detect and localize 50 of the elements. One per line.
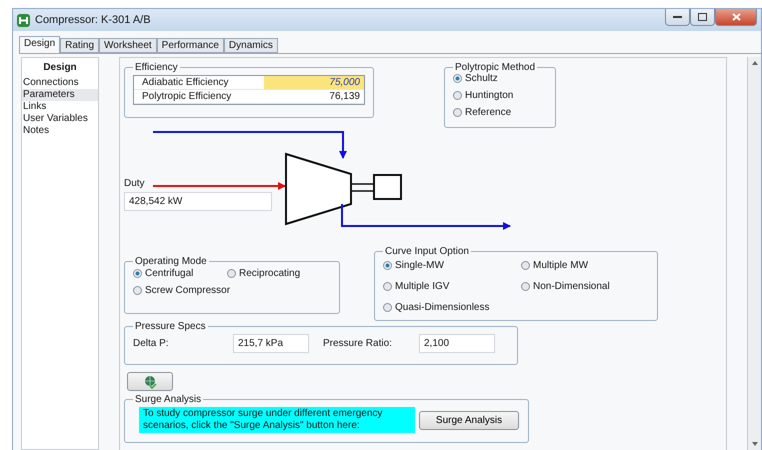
radio-button[interactable]: Non-Dimensional	[521, 278, 649, 295]
radio-button[interactable]: Single-MW	[383, 257, 521, 274]
table-cell-text: Polytropic Efficiency	[141, 90, 232, 103]
group-title: Efficiency	[134, 62, 179, 73]
minimize-button[interactable]	[665, 9, 690, 26]
group-title: Curve Input Option	[384, 246, 470, 257]
table-cell-text: Adiabatic Efficiency	[141, 76, 230, 89]
scrollbar[interactable]	[747, 57, 761, 450]
sidebar-item[interactable]: User Variables	[22, 113, 98, 125]
scroll-down-icon[interactable]	[752, 442, 758, 446]
field-label: Pressure Ratio:	[323, 338, 393, 349]
surge-note: To study compressor surge under different emergency scenarios, click the "Surge Analysis" button here:	[139, 407, 415, 433]
tab[interactable]: Performance	[156, 38, 224, 53]
input-field[interactable]: 215,7 kPa	[233, 334, 309, 353]
sidebar-item[interactable]: Parameters	[22, 89, 98, 101]
globe-icon	[143, 374, 157, 388]
surge-analysis-button[interactable]: Surge Analysis	[419, 410, 519, 430]
tab[interactable]: Worksheet	[99, 38, 157, 53]
field-label: Delta P:	[133, 338, 170, 349]
radio-button[interactable]: Reciprocating	[227, 265, 331, 282]
close-button[interactable]	[715, 9, 757, 26]
radio-button[interactable]: Huntington	[453, 87, 547, 104]
close-icon	[732, 13, 740, 21]
radio-button[interactable]: Centrifugal	[133, 265, 227, 282]
radio-button[interactable]: Multiple IGV	[383, 278, 521, 295]
tab[interactable]: Dynamics	[224, 38, 278, 53]
tab[interactable]: Design	[19, 36, 60, 53]
input-field[interactable]: 2,100	[419, 334, 495, 353]
group-title: Pressure Specs	[134, 321, 207, 332]
minimize-icon	[673, 15, 682, 19]
value-cell[interactable]: 75,000	[264, 76, 364, 89]
window-title: Compressor: K-301 A/B	[35, 14, 152, 26]
sidebar-item[interactable]: Connections	[22, 77, 98, 89]
radio-button[interactable]: Reference	[453, 104, 547, 121]
maximize-icon	[698, 13, 707, 21]
group-title: Operating Mode	[134, 256, 208, 267]
duty-label: Duty	[124, 178, 145, 189]
radio-button[interactable]: Quasi-Dimensionless	[383, 299, 521, 316]
maximize-button[interactable]	[690, 9, 715, 26]
sidebar-item[interactable]: Notes	[22, 125, 98, 137]
group-title: Surge Analysis	[134, 394, 202, 405]
tab[interactable]: Rating	[60, 38, 100, 53]
globe-button[interactable]	[127, 372, 173, 391]
sidebar-title: Design	[42, 61, 78, 75]
sidebar-item[interactable]: Links	[22, 101, 98, 113]
scroll-up-icon[interactable]	[752, 61, 758, 65]
radio-button[interactable]: Multiple MW	[521, 257, 649, 274]
app-icon	[17, 14, 30, 26]
group-title: Polytropic Method	[454, 62, 536, 73]
duty-field[interactable]: 428,542 kW	[124, 192, 272, 211]
